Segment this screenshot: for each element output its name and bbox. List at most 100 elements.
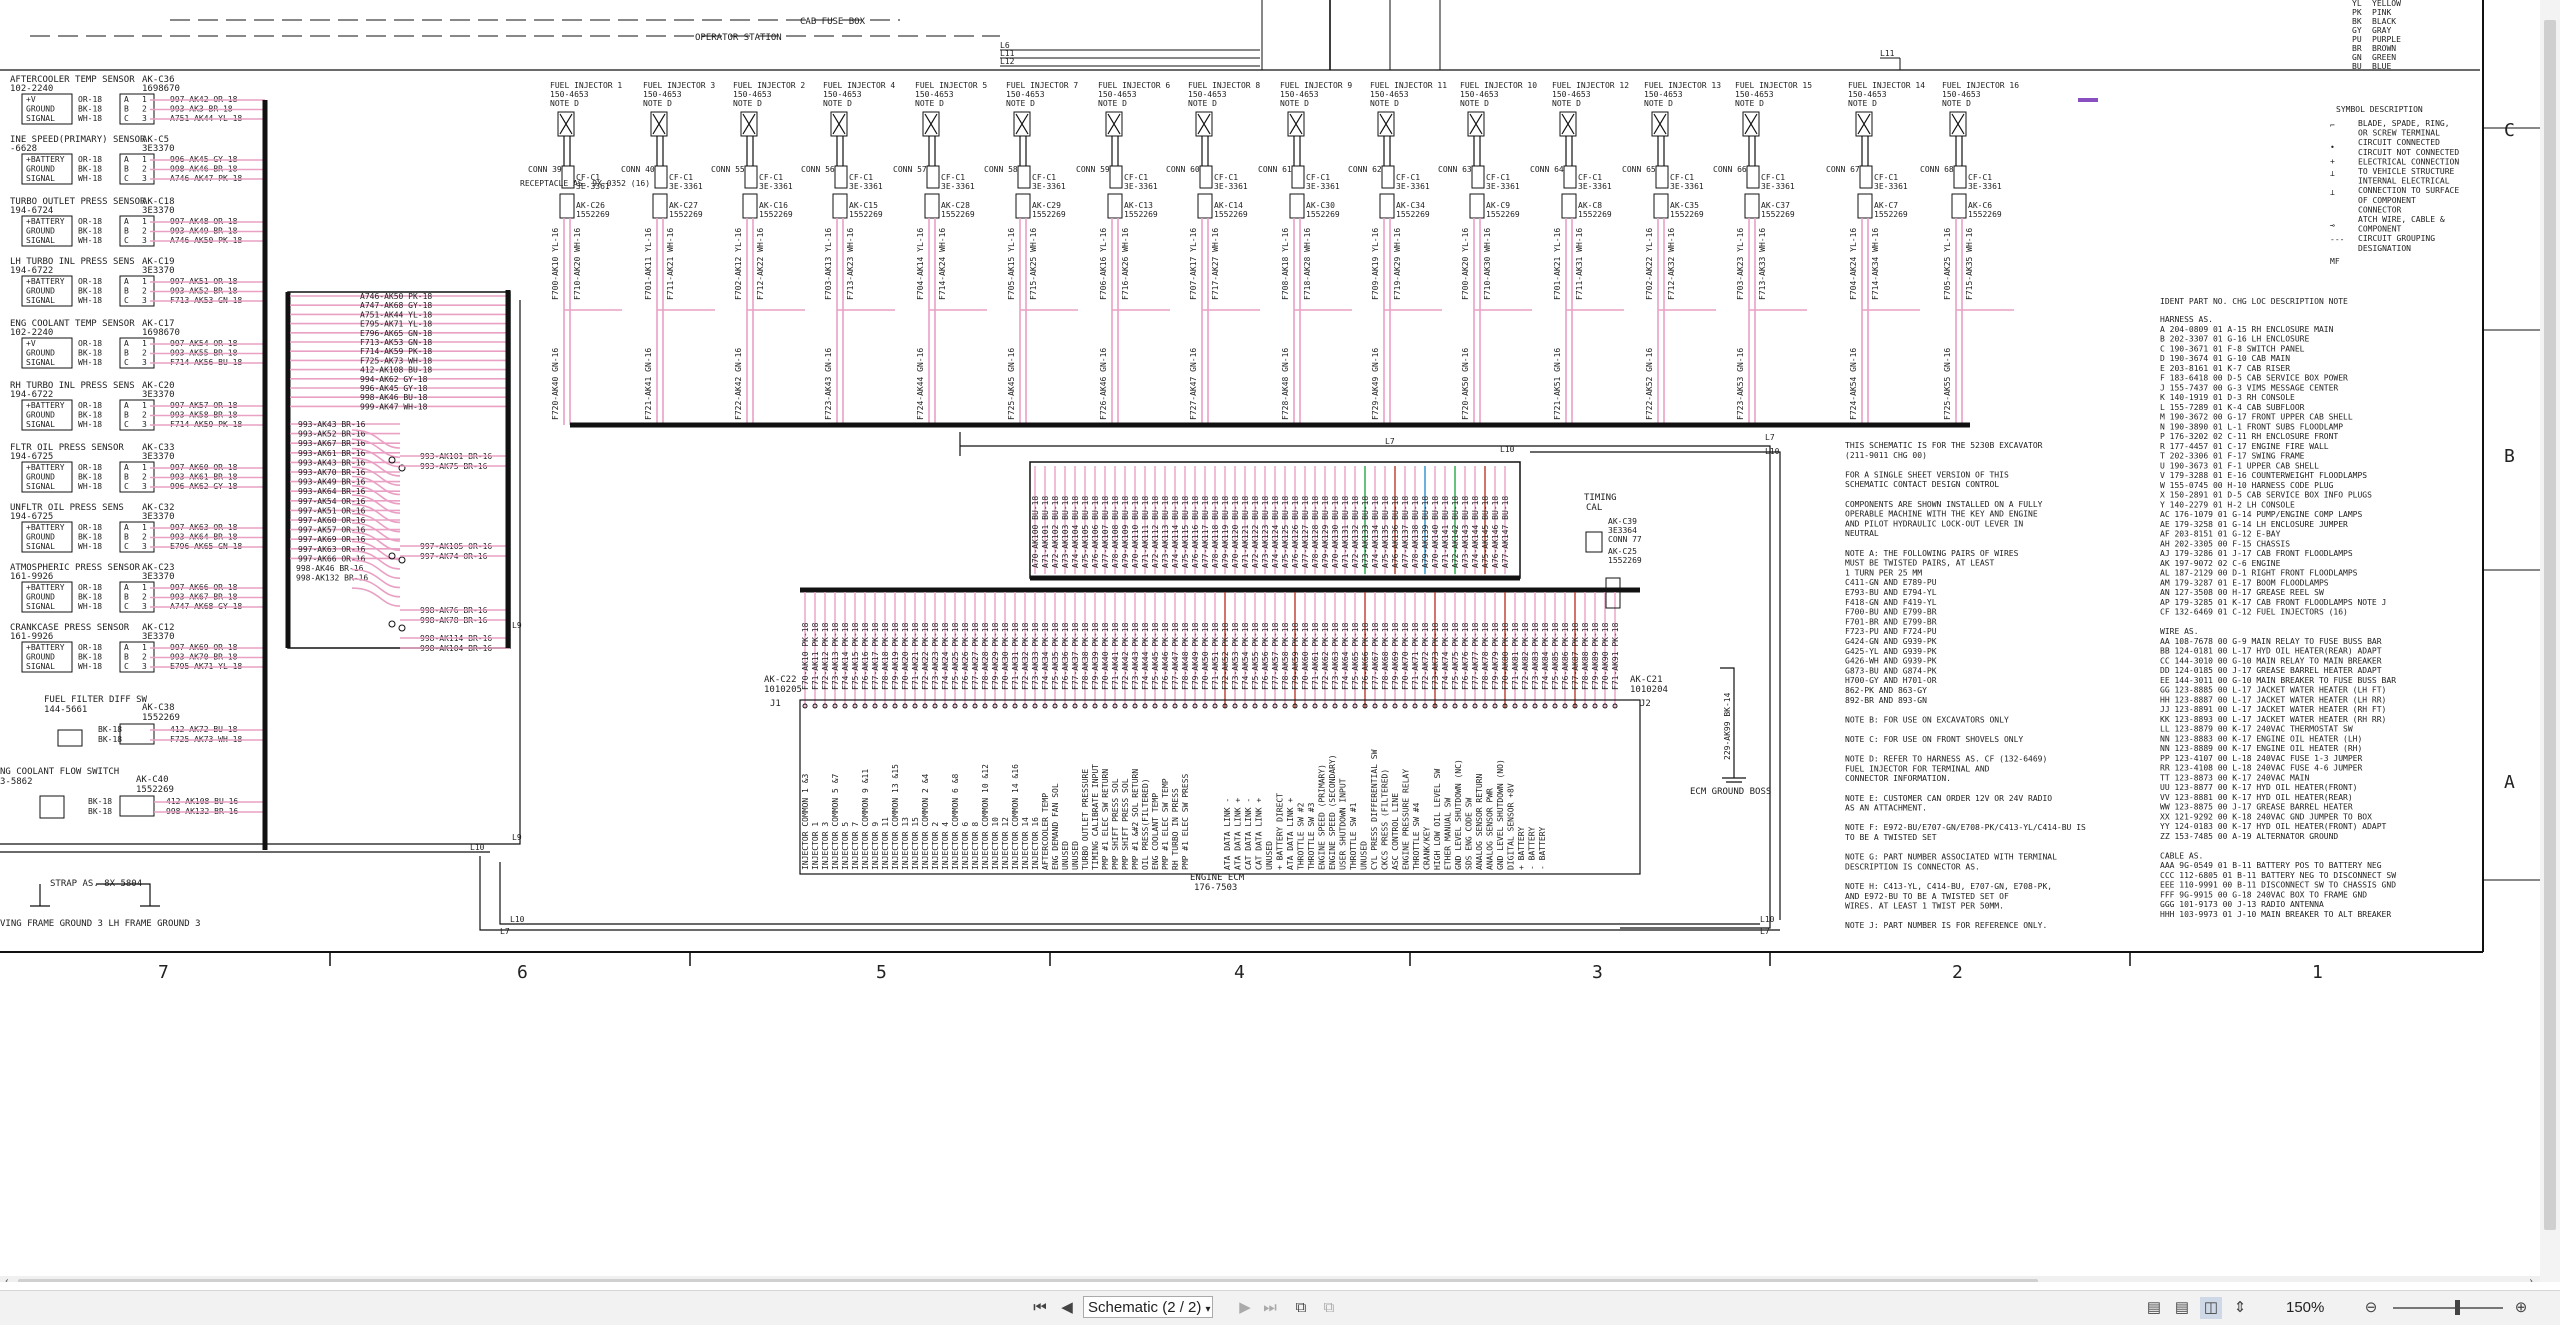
injector-wire: F722-AK52 GN-16	[1645, 348, 1654, 420]
ecm-pin-j1: INJECTOR 7	[851, 822, 860, 870]
sensor-connector-part: 1698670	[142, 328, 180, 338]
ecm-pin-j1: INJECTOR COMMON 2 &4	[921, 773, 930, 870]
horizontal-scrollbar[interactable]: ‹ ›	[0, 1276, 2540, 1282]
sheet-select[interactable]: Schematic (2 / 2) ▾	[1083, 1296, 1213, 1318]
pin-number: 2	[142, 349, 147, 358]
injector-wire: F710-AK20 WH-16	[573, 228, 582, 300]
zoom-slider-knob[interactable]	[2455, 1300, 2460, 1315]
ecm-wire: A73-AK133 BU-18	[1361, 496, 1370, 568]
injector-name: FUEL INJECTOR 5	[915, 81, 987, 90]
bundle-wire: A751-AK44 YL-18	[360, 310, 432, 319]
ecm-wire: A76-AK136 BU-18	[1391, 496, 1400, 568]
ecm-wire: A78-AK108 BU-18	[1111, 496, 1120, 568]
coolant-flow-name: NG COOLANT FLOW SWITCH	[0, 767, 119, 777]
zoom-in-icon[interactable]: ⊕	[2510, 1297, 2532, 1319]
sensor-connector-part: 3E3370	[142, 266, 175, 276]
ecm-pin-j1: INJECTOR 4	[941, 822, 950, 870]
last-page-icon[interactable]: ⏭	[1260, 1297, 1280, 1319]
note-line: F700-BU AND E799-BR	[1845, 608, 1937, 617]
sensor-wire-color: OR-18	[78, 95, 102, 104]
injector-note: NOTE D	[643, 99, 672, 108]
continuous-view-icon[interactable]: ▤	[2172, 1297, 2192, 1319]
pin-number: 3	[142, 420, 147, 429]
legend-color-code: BK	[2352, 17, 2362, 26]
sensor-pin: +BATTERY	[26, 401, 65, 410]
ecm-wire: A77-AK147 BU-18	[1501, 496, 1510, 568]
pin-number: 2	[142, 227, 147, 236]
ecm-wire: F79-AK89 PK-18	[1591, 622, 1600, 690]
note-line: NOTE E: CUSTOMER CAN ORDER 12V OR 24V RA…	[1845, 794, 2052, 803]
pin-letter: B	[124, 349, 129, 358]
bundle-wire: 998-AK46 BU-18	[360, 393, 428, 402]
note-line: 1 TURN PER 25 MM	[1845, 568, 1922, 577]
ecm-pin-j1: INJECTOR COMMON 5 &7	[831, 773, 840, 870]
zoom-slider[interactable]	[2393, 1307, 2503, 1309]
first-page-icon[interactable]: ⏮	[1030, 1297, 1050, 1319]
fit-view-icon[interactable]: ⇕	[2230, 1297, 2250, 1319]
legend-color-name: YELLOW	[2372, 0, 2401, 8]
injector-cf: CF-C1	[1214, 173, 1238, 182]
sensor-wire-color: OR-18	[78, 643, 102, 652]
sensor-pin: GROUND	[26, 593, 55, 602]
ident-row: AN 127-3508 00 H-17 GREASE REEL SW	[2160, 588, 2324, 597]
fuel-injector: FUEL INJECTOR 9150-4653NOTE D CF-C13E-336…	[1258, 81, 1352, 425]
scroll-right-icon[interactable]: ›	[2528, 1276, 2534, 1282]
ecm-wire: F70-AK60 PK-18	[1301, 622, 1310, 690]
ecm-wire: A79-AK139 BU-18	[1421, 496, 1430, 568]
circuit-label: L7	[500, 927, 510, 936]
ident-row: EE 144-3011 00 G-10 MAIN BREAKER TO FUSE…	[2160, 676, 2396, 685]
schematic-viewport[interactable]: CAB FUSE BOX OPERATOR STATION L6 L11 L12…	[0, 0, 2560, 1282]
bundle-wire: A747-AK68 GY-18	[360, 301, 432, 310]
next-page-icon[interactable]: ▶	[1236, 1297, 1254, 1319]
receptacle-label: RECEPTACLE AS. 9X-0352 (16)	[520, 179, 650, 188]
ecm-pin-j2: USER SHUTDOWN INPUT	[1339, 778, 1348, 870]
ident-row: F 183-6418 00 D-5 CAB SERVICE BOX POWER	[2160, 374, 2348, 383]
copy-icon[interactable]: ⧉	[1290, 1297, 1312, 1319]
two-page-view-icon[interactable]: ◫	[2200, 1297, 2222, 1319]
injector-cf: CF-C1	[1761, 173, 1785, 182]
sensor-connector-part: 3E3370	[142, 206, 175, 216]
note-line: FUEL INJECTOR FOR TERMINAL AND	[1845, 764, 1990, 773]
horizontal-scroll-thumb[interactable]	[18, 1279, 2038, 1282]
scroll-left-icon[interactable]: ‹	[4, 1276, 10, 1282]
prev-page-icon[interactable]: ◀	[1058, 1297, 1076, 1319]
note-line: NOTE F: E972-BU/E707-GN/E708-PK/C413-YL/…	[1845, 823, 2086, 832]
circuit-label: L10	[470, 843, 485, 852]
injector-cf-part: 3E-3361	[1670, 182, 1704, 191]
injector-cf: CF-C1	[1578, 173, 1602, 182]
vertical-scrollbar[interactable]	[2540, 0, 2560, 1282]
sensor-pin: SIGNAL	[26, 236, 55, 245]
ecm-wire: A74-AK144 BU-18	[1471, 496, 1480, 568]
ecm-wire: F79-AK39 PK-18	[1091, 622, 1100, 690]
ecm-pin-j2: ASC CONTROL LINE	[1391, 793, 1400, 870]
ident-row: WIRE AS.	[2160, 627, 2199, 636]
ecm-pin-j1: PMP SHIFT PRESS SOL	[1111, 778, 1120, 870]
pin-number: 1	[142, 583, 147, 592]
ident-row: AA 108-7678 00 G-9 MAIN RELAY TO FUSE BU…	[2160, 637, 2382, 646]
injector-connector: AK-C37	[1761, 201, 1790, 210]
ecm-ground-label: ECM GROUND BOSS	[1690, 787, 1771, 797]
vertical-scroll-thumb[interactable]	[2544, 20, 2556, 1230]
injector-connector-part: 1552269	[759, 210, 793, 219]
ecm-wire: A72-AK102 BU-18	[1051, 496, 1060, 568]
injector-wire: F715-AK35 WH-16	[1965, 228, 1974, 300]
fuel-injector: FUEL INJECTOR 11150-4653NOTE D CF-C13E-33…	[1348, 81, 1447, 425]
ecm-wire: F77-AK57 PK-18	[1271, 622, 1280, 690]
note-line: DESCRIPTION IS CONNECTOR AS.	[1845, 862, 1980, 871]
paste-icon[interactable]: ⧉	[1318, 1297, 1340, 1319]
sensor-wire-color: OR-18	[78, 401, 102, 410]
zoom-out-icon[interactable]: ⊖	[2360, 1297, 2382, 1319]
single-page-view-icon[interactable]: ▤	[2144, 1297, 2164, 1319]
injector-conn: CONN 60	[1166, 165, 1200, 174]
pin-letter: B	[124, 593, 129, 602]
note-line: FOR A SINGLE SHEET VERSION OF THIS	[1845, 470, 2009, 479]
ident-row: A 204-0809 01 A-15 RH ENCLOSURE MAIN	[2160, 325, 2334, 334]
frame-ground-label: VING FRAME GROUND 3 LH FRAME GROUND 3	[0, 919, 200, 929]
sensor-pin: SIGNAL	[26, 662, 55, 671]
ident-row: Y 140-2279 01 H-2 LH CONSOLE	[2160, 500, 2295, 509]
legend-color-code: GN	[2352, 53, 2362, 62]
legend-color-name: BROWN	[2372, 44, 2396, 53]
ecm-wire: A73-AK143 BU-18	[1461, 496, 1470, 568]
injector-cf: CF-C1	[1032, 173, 1056, 182]
fuel-filter-part: 144-5661	[44, 705, 87, 715]
